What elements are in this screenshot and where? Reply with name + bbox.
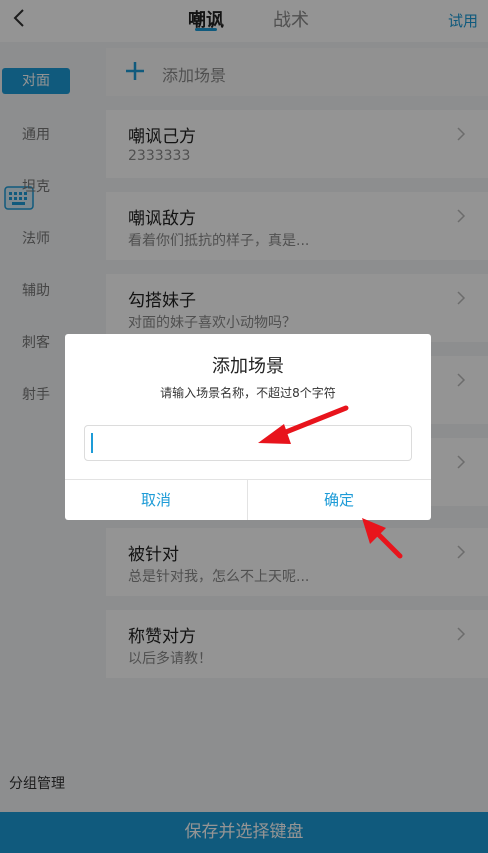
- dialog-title: 添加场景: [212, 356, 284, 377]
- scene-name-input[interactable]: [84, 425, 412, 461]
- confirm-button[interactable]: 确定: [248, 480, 430, 520]
- add-scene-dialog: 添加场景 请输入场景名称，不超过8个字符 取消 确定: [65, 334, 431, 520]
- screen: 嘲讽 战术 试用 对面 通用 坦克 法师 辅助 刺客 射手 分组管理 添加场景: [0, 0, 488, 853]
- text-caret: [91, 433, 93, 453]
- cancel-button[interactable]: 取消: [65, 480, 247, 520]
- dialog-message: 请输入场景名称，不超过8个字符: [160, 386, 336, 400]
